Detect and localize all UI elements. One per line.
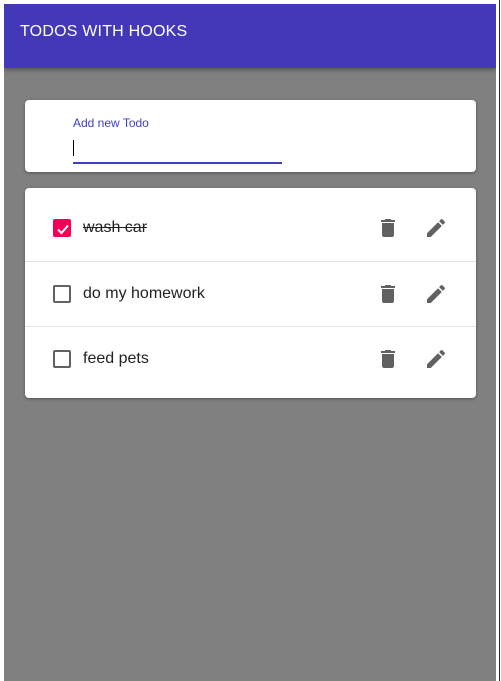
edit-button[interactable] xyxy=(422,280,450,308)
add-todo-card: Add new Todo xyxy=(25,100,476,172)
check-icon xyxy=(57,224,69,235)
todo-list: wash car do my homework feed pets xyxy=(25,188,476,398)
todo-checkbox[interactable] xyxy=(53,350,71,368)
list-item: feed pets xyxy=(25,326,476,392)
delete-button[interactable] xyxy=(374,280,402,308)
app-bar: TODOS WITH HOOKS xyxy=(4,4,496,68)
delete-button[interactable] xyxy=(374,214,402,242)
app-title: TODOS WITH HOOKS xyxy=(20,23,188,40)
add-todo-input[interactable] xyxy=(73,134,282,164)
todo-text: do my homework xyxy=(83,285,205,302)
add-todo-label: Add new Todo xyxy=(73,116,149,130)
trash-icon xyxy=(381,219,395,237)
pencil-icon xyxy=(427,218,446,237)
pencil-icon xyxy=(427,349,446,368)
list-item: do my homework xyxy=(25,261,476,327)
window-edge xyxy=(499,0,500,681)
edit-button[interactable] xyxy=(422,214,450,242)
list-item: wash car xyxy=(25,196,476,261)
edit-button[interactable] xyxy=(422,345,450,373)
app-viewport: TODOS WITH HOOKS Add new Todo wash car d… xyxy=(4,4,496,681)
todo-text: feed pets xyxy=(83,350,149,367)
pencil-icon xyxy=(427,284,446,303)
trash-icon xyxy=(381,285,395,303)
trash-icon xyxy=(381,350,395,368)
todo-checkbox[interactable] xyxy=(53,285,71,303)
text-caret xyxy=(73,140,74,156)
delete-button[interactable] xyxy=(374,345,402,373)
todo-checkbox[interactable] xyxy=(53,219,71,237)
todo-text: wash car xyxy=(83,219,148,236)
